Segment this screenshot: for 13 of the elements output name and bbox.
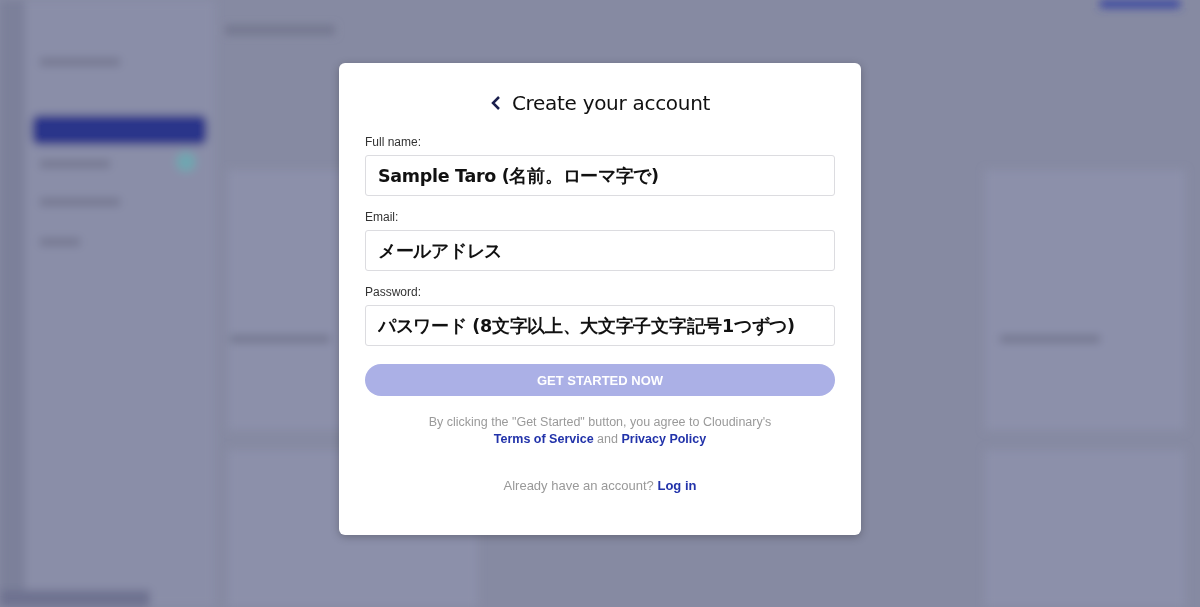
login-link[interactable]: Log in xyxy=(657,478,697,493)
login-prompt: Already have an account? Log in xyxy=(502,478,698,493)
dialog-title: Create your account xyxy=(511,91,711,115)
input-field[interactable]: Sample Taro (名前。ローマ字で) xyxy=(365,155,835,196)
field-label: Password: xyxy=(365,285,422,299)
input-field[interactable]: パスワード (8文字以上、大文字子文字記号1つずつ) xyxy=(365,305,835,346)
privacy-link[interactable]: Privacy Policy xyxy=(621,432,707,446)
terms-link[interactable]: Terms of Service xyxy=(493,432,594,446)
back-icon[interactable] xyxy=(489,95,502,111)
field-label: Full name: xyxy=(365,135,422,149)
input-field[interactable]: メールアドレス xyxy=(365,230,835,271)
agreement-text: By clicking the "Get Started" button, you agree to Cloudinary's Terms of Service and Privacy Policy xyxy=(427,414,773,448)
field-label: Email: xyxy=(365,210,399,224)
